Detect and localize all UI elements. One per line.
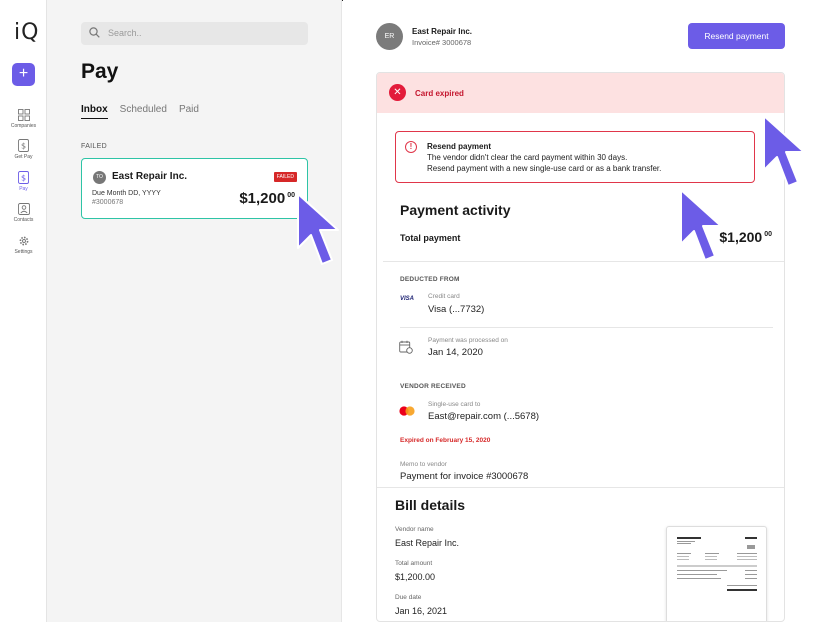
warning-line-2: Resend payment with a new single-use car… [427, 164, 662, 173]
total-amount-value: $1,200.00 [395, 572, 436, 582]
gear-icon [19, 236, 28, 246]
close-circle-icon: ✕ [389, 84, 406, 101]
svg-text:$: $ [20, 174, 25, 183]
invoice-preview-image [677, 537, 757, 591]
nav-get-pay[interactable]: $ Get Pay [0, 139, 47, 160]
nav-contacts[interactable]: Contacts [0, 203, 47, 223]
grid-icon [17, 109, 30, 121]
vendor-name-value: East Repair Inc. [395, 538, 460, 548]
total-payment-amount: $1,200 00 [719, 229, 772, 245]
divider [400, 327, 773, 328]
payment-detail-card: ✕ Card expired ! Resend payment The vend… [376, 72, 785, 622]
app-logo: iQ [14, 20, 40, 45]
credit-card-label: Credit card [428, 293, 460, 300]
vendor-avatar: ER [376, 23, 403, 50]
pointer-cursor-icon [297, 193, 339, 265]
pointer-cursor-icon [763, 115, 805, 187]
search-placeholder: Search.. [108, 28, 142, 38]
nav-contacts-label: Contacts [13, 217, 34, 223]
single-use-label: Single-use card to [428, 401, 481, 408]
search-icon [89, 27, 100, 38]
vendor-name-label: Vendor name [395, 526, 434, 533]
total-payment-label: Total payment [400, 233, 461, 243]
payment-amount: $1,200 00 [239, 190, 295, 207]
svg-text:$: $ [20, 142, 25, 151]
single-use-value: East@repair.com (...5678) [428, 411, 540, 422]
payments-list-panel: Search.. Pay Inbox Scheduled Paid FAILED… [47, 0, 342, 622]
error-banner: ✕ Card expired [377, 73, 784, 113]
nav-settings[interactable]: Settings [0, 235, 47, 255]
payment-card[interactable]: TO East Repair Inc. FAILED Due Month DD,… [81, 158, 308, 219]
page-title: Pay [81, 60, 119, 83]
expired-note: Expired on February 15, 2020 [400, 437, 491, 444]
due-date-value: Jan 16, 2021 [395, 606, 448, 616]
create-button[interactable]: + [12, 63, 35, 86]
visa-logo: VISA [400, 296, 415, 302]
warning-title: Resend payment [427, 142, 492, 151]
bill-details-title: Bill details [395, 497, 466, 513]
nav-pay-label: Pay [19, 186, 28, 192]
warning-line-1: The vendor didn't clear the card payment… [427, 153, 628, 162]
search-input[interactable]: Search.. [81, 22, 308, 45]
resend-payment-button[interactable]: Resend payment [688, 23, 785, 49]
processed-date: Jan 14, 2020 [428, 347, 483, 358]
mastercard-icon [399, 406, 415, 416]
dollar-doc-icon: $ [17, 171, 29, 184]
nav-pay[interactable]: $ Pay [0, 171, 47, 192]
vendor-received-label: VENDOR RECEIVED [400, 383, 466, 390]
invoice-number: Invoice# 3000678 [412, 38, 472, 47]
pointer-cursor-icon [680, 189, 722, 261]
section-label-failed: FAILED [81, 143, 107, 150]
tab-inbox[interactable]: Inbox [81, 104, 108, 119]
nav-companies[interactable]: Companies [0, 109, 47, 129]
status-badge: FAILED [273, 172, 297, 182]
payment-activity-title: Payment activity [400, 202, 511, 218]
resend-warning-box: ! Resend payment The vendor didn't clear… [395, 131, 755, 183]
dollar-doc-icon: $ [17, 139, 29, 152]
error-banner-text: Card expired [415, 89, 464, 98]
invoice-number: #3000678 [92, 199, 124, 206]
nav-settings-label: Settings [14, 249, 33, 255]
vendor-name: East Repair Inc. [112, 171, 188, 182]
processed-label: Payment was processed on [428, 337, 508, 344]
tab-paid[interactable]: Paid [179, 104, 199, 119]
credit-card-value: Visa (...7732) [428, 304, 485, 315]
deducted-from-label: DEDUCTED FROM [400, 276, 460, 283]
vendor-name: East Repair Inc. [412, 27, 473, 36]
due-date: Due Month DD, YYYY [92, 190, 161, 197]
contact-card-icon [17, 203, 30, 215]
total-cents: 00 [764, 231, 772, 238]
tab-bar: Inbox Scheduled Paid [81, 104, 199, 119]
memo-value: Payment for invoice #3000678 [400, 471, 529, 482]
invoice-thumbnail[interactable] [666, 526, 767, 621]
side-navigation: iQ + Companies $ Get Pay $ Pay Contacts [0, 0, 47, 622]
nav-companies-label: Companies [10, 123, 37, 129]
alert-icon: ! [405, 141, 417, 153]
memo-label: Memo to vendor [400, 461, 447, 468]
total-amount-label: Total amount [395, 560, 433, 567]
vendor-avatar: TO [93, 171, 106, 184]
calendar-clock-icon [399, 340, 413, 354]
amount-dollars: $1,200 [239, 190, 286, 207]
due-date-label: Due date [395, 594, 422, 601]
divider [377, 487, 784, 488]
tab-scheduled[interactable]: Scheduled [120, 104, 167, 119]
nav-get-pay-label: Get Pay [14, 154, 33, 160]
